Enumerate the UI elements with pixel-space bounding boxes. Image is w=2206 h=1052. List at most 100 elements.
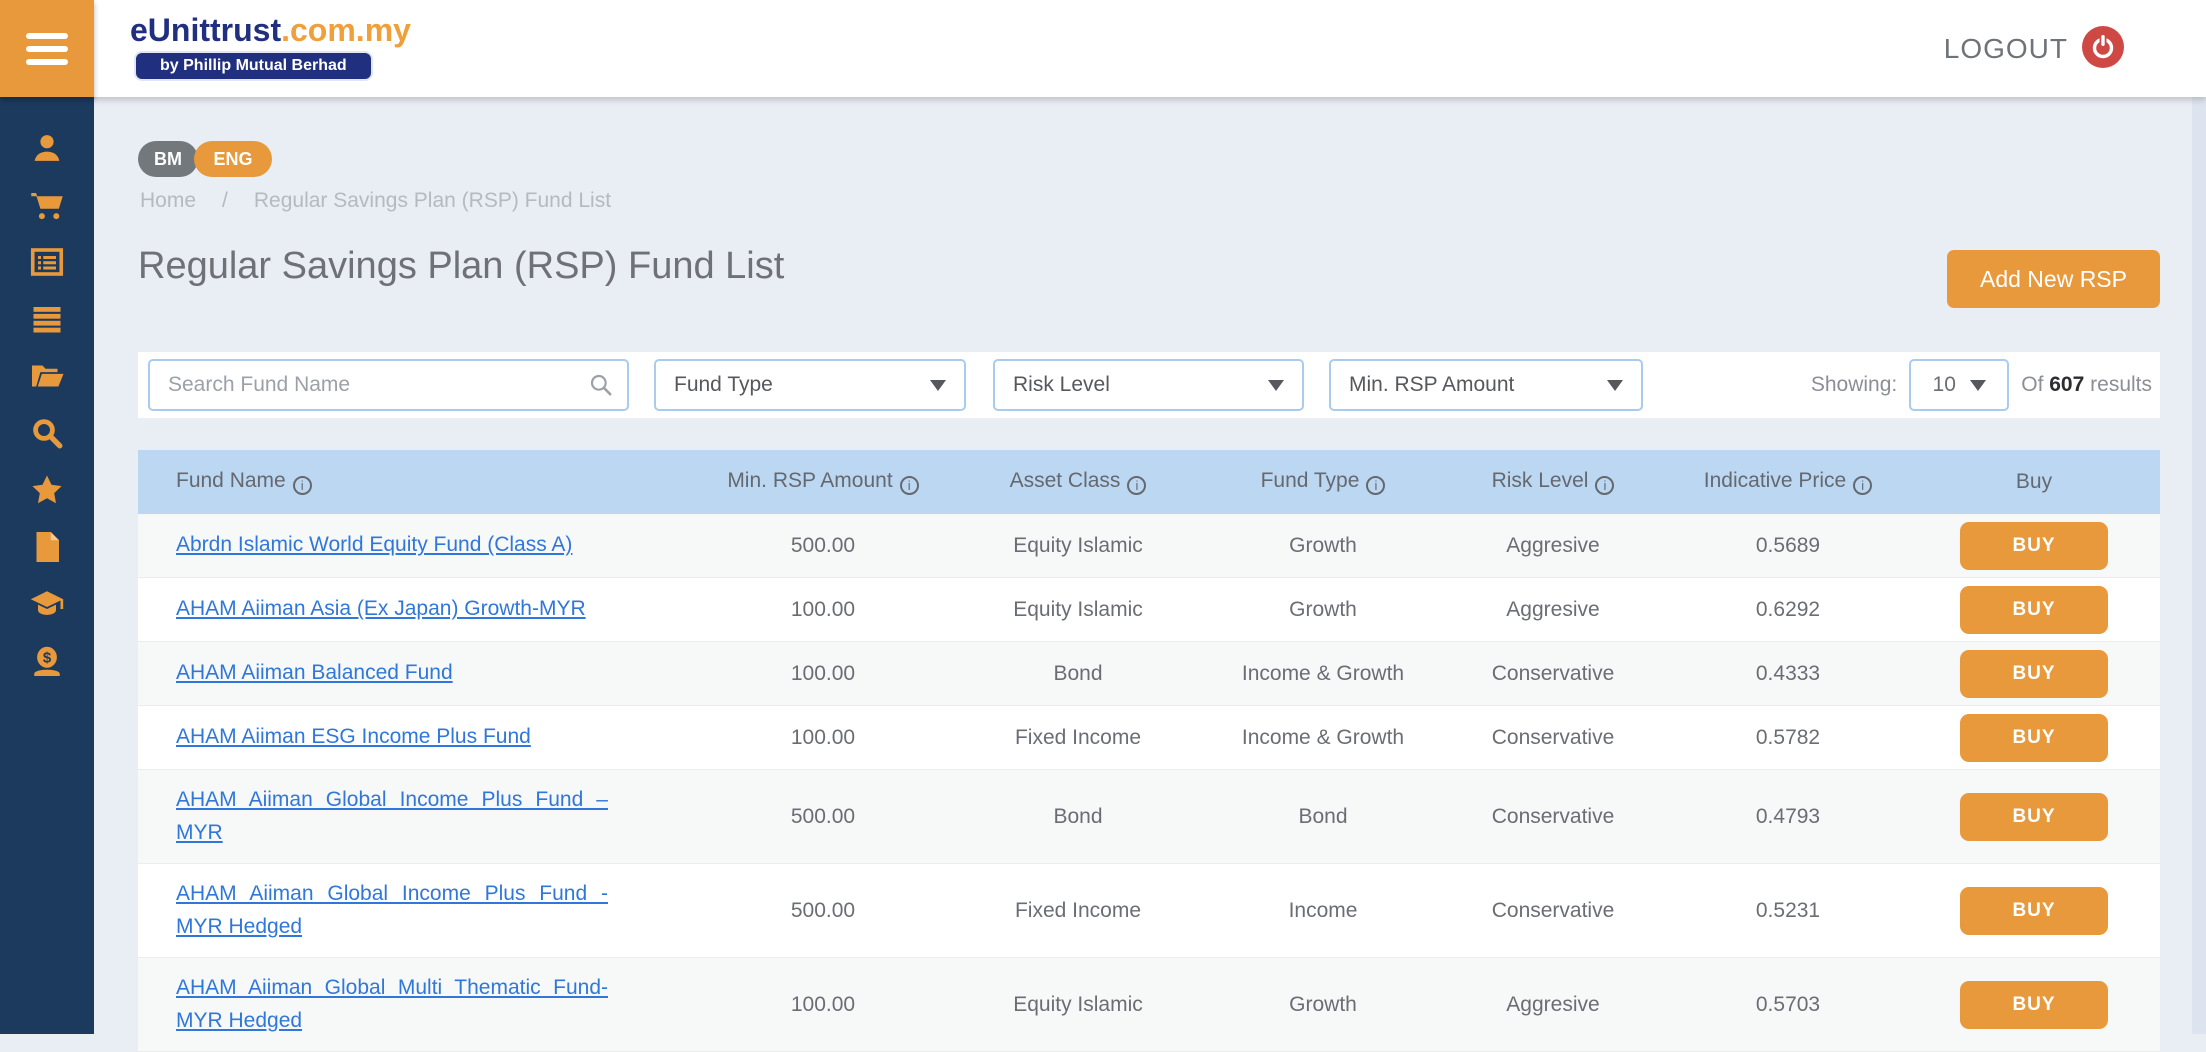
- breadcrumb-current: Regular Savings Plan (RSP) Fund List: [254, 189, 611, 213]
- breadcrumb-separator: /: [222, 189, 228, 213]
- fund-name-link[interactable]: AHAM Aiiman Global Income Plus Fund - MY…: [176, 878, 608, 943]
- fund-name-link[interactable]: AHAM Aiiman Balanced Fund: [176, 657, 608, 690]
- table-row: AHAM Aiiman Global Income Plus Fund - MY…: [138, 864, 2160, 958]
- add-new-rsp-button[interactable]: Add New RSP: [1947, 250, 2160, 308]
- page-title: Regular Savings Plan (RSP) Fund List: [138, 245, 784, 288]
- info-icon[interactable]: i: [293, 476, 312, 495]
- page-size-value: 10: [1933, 373, 1956, 397]
- column-header-buy: Buy: [1908, 470, 2160, 494]
- table-row: AHAM Aiiman Balanced Fund 100.00 Bond In…: [138, 642, 2160, 706]
- risk-level-cell: Conservative: [1438, 805, 1668, 829]
- sidebar-item-portfolio[interactable]: [0, 347, 94, 404]
- buy-button[interactable]: BUY: [1960, 714, 2108, 762]
- sidebar-item-education[interactable]: [0, 575, 94, 632]
- column-header-risk-level: Risk Leveli: [1438, 469, 1668, 495]
- min-rsp-cell: 500.00: [698, 534, 948, 558]
- language-bm-button[interactable]: BM: [138, 141, 198, 177]
- table-row: AHAM Aiiman Global Income Plus Fund – MY…: [138, 770, 2160, 864]
- buy-button[interactable]: BUY: [1960, 586, 2108, 634]
- fund-name-link[interactable]: AHAM Aiiman Asia (Ex Japan) Growth-MYR: [176, 593, 608, 626]
- star-icon: [29, 472, 65, 508]
- sidebar-item-profile[interactable]: [0, 119, 94, 176]
- buy-button[interactable]: BUY: [1960, 887, 2108, 935]
- logo-wordmark: eUnittrust.com.my: [130, 12, 411, 49]
- fund-type-cell: Growth: [1208, 598, 1438, 622]
- hamburger-menu-button[interactable]: [0, 0, 94, 97]
- sidebar-item-deposits[interactable]: $: [0, 632, 94, 689]
- min-rsp-amount-dropdown[interactable]: Min. RSP Amount: [1329, 359, 1643, 411]
- column-header-indicative-price: Indicative Pricei: [1668, 469, 1908, 495]
- fund-type-cell: Income & Growth: [1208, 662, 1438, 686]
- asset-class-cell: Bond: [948, 662, 1208, 686]
- sidebar-item-documents[interactable]: [0, 518, 94, 575]
- page-size-dropdown[interactable]: 10: [1909, 359, 2009, 411]
- price-cell: 0.5689: [1668, 534, 1908, 558]
- filter-bar: Fund Type Risk Level Min. RSP Amount Sho…: [138, 352, 2160, 418]
- fund-name-link[interactable]: AHAM Aiiman Global Income Plus Fund – MY…: [176, 784, 608, 849]
- fund-type-dropdown-value: Fund Type: [674, 373, 773, 397]
- chevron-down-icon: [930, 380, 946, 391]
- vertical-scrollbar[interactable]: [2192, 97, 2206, 1034]
- info-icon[interactable]: i: [1595, 476, 1614, 495]
- buy-button[interactable]: BUY: [1960, 793, 2108, 841]
- sidebar-item-favourites[interactable]: [0, 461, 94, 518]
- table-row: AHAM Aiiman Asia (Ex Japan) Growth-MYR 1…: [138, 578, 2160, 642]
- risk-level-dropdown[interactable]: Risk Level: [993, 359, 1304, 411]
- logout-button[interactable]: LOGOUT: [1944, 24, 2126, 73]
- chevron-down-icon: [1607, 380, 1623, 391]
- fund-name-link[interactable]: AHAM Aiiman Global Multi Thematic Fund-M…: [176, 972, 608, 1037]
- price-cell: 0.6292: [1668, 598, 1908, 622]
- info-icon[interactable]: i: [1127, 476, 1146, 495]
- risk-level-cell: Aggresive: [1438, 993, 1668, 1017]
- info-icon[interactable]: i: [1853, 476, 1872, 495]
- fund-name-link[interactable]: AHAM Aiiman ESG Income Plus Fund: [176, 721, 608, 754]
- breadcrumb-home-link[interactable]: Home: [140, 189, 196, 213]
- column-header-fund-type: Fund Typei: [1208, 469, 1438, 495]
- fund-type-dropdown[interactable]: Fund Type: [654, 359, 966, 411]
- min-rsp-cell: 100.00: [698, 993, 948, 1017]
- asset-class-cell: Bond: [948, 805, 1208, 829]
- main-content: BM ENG Home / Regular Savings Plan (RSP)…: [94, 97, 2192, 1034]
- svg-text:$: $: [43, 649, 52, 666]
- sidebar-item-statements[interactable]: [0, 233, 94, 290]
- fund-name-link[interactable]: Abrdn Islamic World Equity Fund (Class A…: [176, 529, 608, 562]
- buy-button[interactable]: BUY: [1960, 650, 2108, 698]
- sidebar-item-transactions[interactable]: [0, 290, 94, 347]
- price-cell: 0.4333: [1668, 662, 1908, 686]
- asset-class-cell: Equity Islamic: [948, 993, 1208, 1017]
- chevron-down-icon: [1970, 380, 1986, 391]
- table-row: AHAM Aiiman ESG Income Plus Fund 100.00 …: [138, 706, 2160, 770]
- fund-type-cell: Growth: [1208, 993, 1438, 1017]
- money-bag-icon: $: [29, 643, 65, 679]
- info-icon[interactable]: i: [1366, 476, 1385, 495]
- table-row: AHAM Aiiman Global Multi Thematic Fund-M…: [138, 958, 2160, 1052]
- cart-icon: [29, 187, 65, 223]
- list-icon: [29, 301, 65, 337]
- fund-type-cell: Bond: [1208, 805, 1438, 829]
- risk-level-cell: Aggresive: [1438, 534, 1668, 558]
- language-toggle: BM ENG: [138, 141, 272, 177]
- fund-type-cell: Income & Growth: [1208, 726, 1438, 750]
- buy-button[interactable]: BUY: [1960, 981, 2108, 1029]
- sidebar-item-cart[interactable]: [0, 176, 94, 233]
- language-eng-button[interactable]: ENG: [194, 141, 272, 177]
- sidebar-item-fund-search[interactable]: [0, 404, 94, 461]
- search-input[interactable]: [148, 359, 629, 411]
- min-rsp-cell: 100.00: [698, 726, 948, 750]
- form-icon: [29, 244, 65, 280]
- hamburger-icon: [26, 33, 68, 39]
- min-rsp-cell: 100.00: [698, 662, 948, 686]
- column-header-min-rsp: Min. RSP Amounti: [698, 469, 948, 495]
- buy-button[interactable]: BUY: [1960, 522, 2108, 570]
- top-header: eUnittrust.com.my by Phillip Mutual Berh…: [0, 0, 2206, 97]
- results-count: 607: [2049, 373, 2084, 396]
- results-summary: Showing: 10 Of 607 results: [1811, 352, 2152, 418]
- fund-type-cell: Growth: [1208, 534, 1438, 558]
- column-header-fund-name: Fund Namei: [138, 469, 698, 495]
- risk-level-cell: Conservative: [1438, 899, 1668, 923]
- showing-label: Showing:: [1811, 373, 1897, 397]
- logo-part-blue: eUnittrust: [130, 12, 281, 48]
- asset-class-cell: Equity Islamic: [948, 598, 1208, 622]
- info-icon[interactable]: i: [900, 476, 919, 495]
- asset-class-cell: Fixed Income: [948, 726, 1208, 750]
